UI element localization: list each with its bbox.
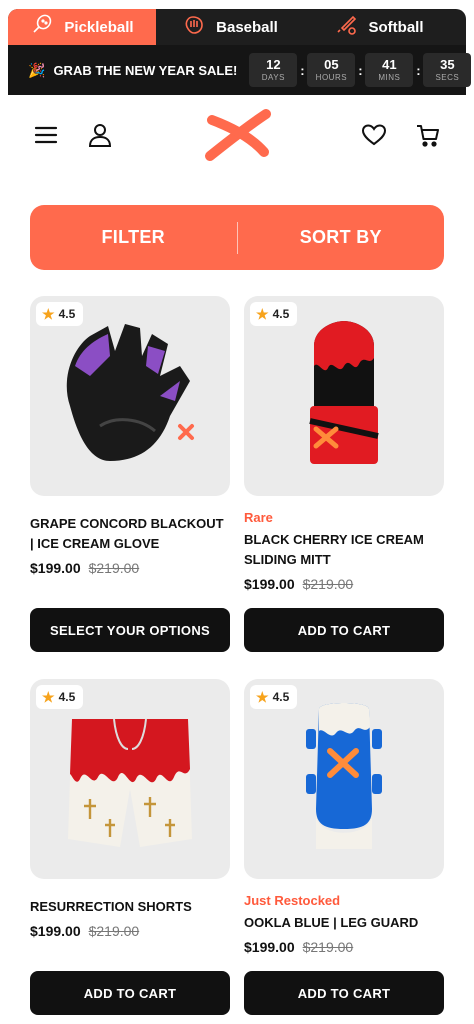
- countdown-unit: MINS: [378, 72, 401, 82]
- sale-price: $199.00: [244, 939, 295, 955]
- product-title[interactable]: RESURRECTION SHORTS: [30, 897, 230, 917]
- add-to-cart-button[interactable]: ADD TO CART: [244, 608, 444, 652]
- shorts-image: [68, 718, 192, 847]
- baseball-glove-icon: [182, 13, 206, 41]
- sliding-mitt-image: [309, 321, 379, 464]
- countdown-value: 05: [324, 56, 339, 72]
- pickleball-paddle-icon: [30, 13, 54, 41]
- price-row: $199.00 $219.00: [30, 923, 230, 939]
- countdown-unit: DAYS: [261, 72, 285, 82]
- baseball-glove-image: [66, 324, 194, 461]
- original-price: $219.00: [88, 560, 140, 576]
- product-badge: Rare: [244, 510, 273, 525]
- countdown-days: 12 DAYS: [249, 53, 298, 87]
- cart-icon[interactable]: [415, 122, 441, 148]
- countdown-separator: :: [358, 62, 363, 78]
- product-badge: Just Restocked: [244, 893, 341, 908]
- product-image[interactable]: ★ 4.5: [30, 296, 230, 496]
- select-options-button[interactable]: SELECT YOUR OPTIONS: [30, 608, 230, 652]
- sale-price: $199.00: [30, 560, 81, 576]
- product-image[interactable]: ★ 4.5: [244, 679, 444, 879]
- product-card[interactable]: ★ 4.5 Rare BLACK CHERRY ICE CREAM SLIDIN…: [244, 296, 444, 592]
- tab-label: Pickleball: [64, 18, 134, 36]
- product-image[interactable]: ★ 4.5: [30, 679, 230, 879]
- sale-text: GRAB THE NEW YEAR SALE!: [53, 62, 238, 78]
- filter-sort-bar: FILTER SORT BY: [30, 205, 444, 270]
- tab-pickleball[interactable]: Pickleball: [8, 9, 156, 45]
- countdown-unit: HOURS: [315, 72, 348, 82]
- tab-label: Baseball: [216, 18, 278, 36]
- price-row: $199.00 $219.00: [244, 939, 444, 955]
- countdown-separator: :: [300, 62, 305, 78]
- menu-icon[interactable]: [33, 122, 59, 148]
- sale-price: $199.00: [30, 923, 81, 939]
- sport-tabs: Pickleball Baseball Softball: [8, 9, 466, 45]
- softball-bat-icon: [335, 13, 359, 41]
- original-price: $219.00: [302, 939, 354, 955]
- sale-price: $199.00: [244, 576, 295, 592]
- countdown-value: 12: [266, 56, 281, 72]
- original-price: $219.00: [302, 576, 354, 592]
- countdown-value: 35: [440, 56, 455, 72]
- site-header: [0, 96, 474, 176]
- sale-banner: 🎉 GRAB THE NEW YEAR SALE! 12 DAYS : 05 H…: [8, 45, 472, 95]
- countdown-value: 41: [382, 56, 397, 72]
- tab-baseball[interactable]: Baseball: [156, 9, 304, 45]
- filter-button[interactable]: FILTER: [30, 227, 237, 248]
- price-row: $199.00 $219.00: [244, 576, 444, 592]
- countdown-hours: 05 HOURS: [307, 53, 356, 87]
- countdown-timer: 12 DAYS : 05 HOURS : 41 MINS : 35 SECS: [249, 53, 472, 87]
- countdown-separator: :: [416, 62, 421, 78]
- sort-by-button[interactable]: SORT BY: [238, 227, 445, 248]
- price-row: $199.00 $219.00: [30, 560, 230, 576]
- tab-label: Softball: [368, 18, 424, 36]
- heart-icon[interactable]: [361, 122, 387, 148]
- countdown-secs: 35 SECS: [423, 53, 472, 87]
- countdown-unit: SECS: [435, 72, 460, 82]
- brand-x-logo[interactable]: [200, 106, 276, 166]
- party-popper-icon: 🎉: [28, 61, 46, 78]
- product-title[interactable]: GRAPE CONCORD BLACKOUT | ICE CREAM GLOVE: [30, 514, 230, 554]
- sale-message: 🎉 GRAB THE NEW YEAR SALE!: [28, 62, 237, 79]
- product-title[interactable]: OOKLA BLUE | LEG GUARD: [244, 913, 444, 933]
- leg-guard-image: [306, 703, 382, 849]
- countdown-mins: 41 MINS: [365, 53, 414, 87]
- product-title[interactable]: BLACK CHERRY ICE CREAM SLIDING MITT: [244, 530, 444, 570]
- original-price: $219.00: [88, 923, 140, 939]
- tab-softball[interactable]: Softball: [304, 9, 454, 45]
- product-card[interactable]: ★ 4.5 Just Restocked OOKLA BLUE | LEG GU…: [244, 679, 444, 955]
- user-icon[interactable]: [87, 122, 113, 148]
- product-card[interactable]: ★ 4.5 GRAPE CONCORD BLACKOUT | ICE CREAM…: [30, 296, 230, 576]
- add-to-cart-button[interactable]: ADD TO CART: [30, 971, 230, 1015]
- add-to-cart-button[interactable]: ADD TO CART: [244, 971, 444, 1015]
- product-image[interactable]: ★ 4.5: [244, 296, 444, 496]
- product-card[interactable]: ★ 4.5 RESURRECTION SHORTS $199.00 $219.0…: [30, 679, 230, 939]
